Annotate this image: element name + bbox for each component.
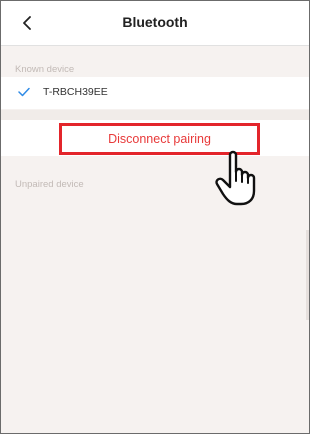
- scrollbar[interactable]: [306, 230, 309, 320]
- page-title: Bluetooth: [122, 14, 188, 30]
- pointing-hand-icon: [215, 150, 256, 206]
- section-divider: [1, 110, 309, 120]
- bluetooth-screen: Bluetooth Known device T-RBCH39EE Discon…: [0, 0, 310, 434]
- known-device-row[interactable]: T-RBCH39EE: [1, 77, 309, 109]
- check-icon: [18, 87, 30, 97]
- top-navigation-bar: Bluetooth: [1, 1, 309, 46]
- known-device-section-label: Known device: [15, 64, 75, 75]
- known-device-name: T-RBCH39EE: [43, 86, 108, 98]
- unpaired-device-section-label: Unpaired device: [15, 179, 84, 190]
